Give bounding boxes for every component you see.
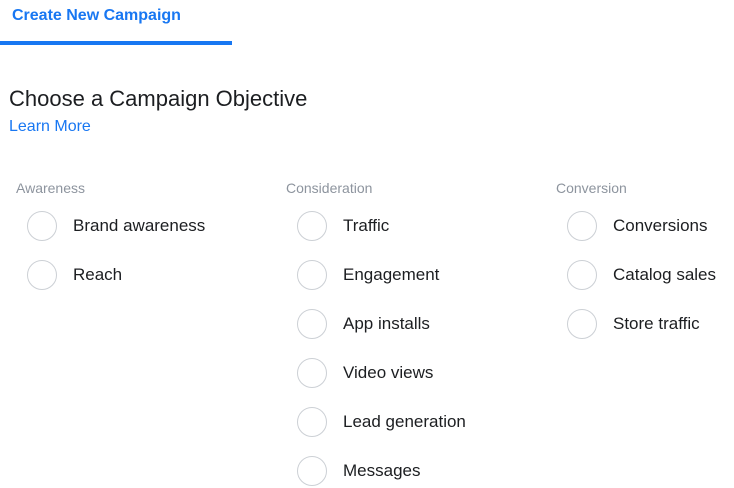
objective-column-awareness: Awareness Brand awareness Reach (12, 179, 205, 309)
option-label: Conversions (613, 216, 708, 235)
option-label: Traffic (343, 216, 390, 235)
objective-column-conversion: Conversion Conversions Catalog sales Sto… (552, 179, 716, 358)
radio-button[interactable] (27, 260, 57, 290)
objective-option-engagement[interactable]: Engagement (282, 260, 439, 309)
objective-options-consideration: Traffic Engagement App installs Video vi… (282, 211, 466, 488)
objective-column-consideration: Consideration Traffic Engagement App ins… (282, 179, 466, 488)
objective-options-conversion: Conversions Catalog sales Store traffic (552, 211, 716, 358)
radio-button[interactable] (567, 309, 597, 339)
objective-option-conversions[interactable]: Conversions (552, 211, 708, 260)
option-label: Lead generation (343, 412, 466, 431)
radio-button[interactable] (297, 358, 327, 388)
objective-options-awareness: Brand awareness Reach (12, 211, 205, 309)
radio-button[interactable] (567, 211, 597, 241)
column-title-consideration: Consideration (286, 180, 373, 196)
objective-option-traffic[interactable]: Traffic (282, 211, 389, 260)
column-title-awareness: Awareness (16, 180, 86, 196)
option-label: Store traffic (613, 314, 700, 333)
tab-create-new-campaign[interactable]: Create New Campaign (12, 7, 181, 25)
objective-option-reach[interactable]: Reach (12, 260, 122, 309)
learn-more-link[interactable]: Learn More (9, 118, 91, 136)
objective-option-catalog-sales[interactable]: Catalog sales (552, 260, 716, 309)
radio-button[interactable] (297, 211, 327, 241)
radio-button[interactable] (297, 260, 327, 290)
radio-button[interactable] (297, 407, 327, 437)
tab-bar: Create New Campaign (0, 0, 734, 46)
radio-button[interactable] (567, 260, 597, 290)
option-label: Engagement (343, 265, 440, 284)
option-label: Catalog sales (613, 265, 717, 284)
objective-option-messages[interactable]: Messages (282, 456, 420, 488)
radio-button[interactable] (27, 211, 57, 241)
active-tab-indicator (0, 41, 232, 45)
objective-option-lead-generation[interactable]: Lead generation (282, 407, 466, 456)
column-title-conversion: Conversion (556, 180, 627, 196)
objective-option-video-views[interactable]: Video views (282, 358, 433, 407)
objective-option-app-installs[interactable]: App installs (282, 309, 430, 358)
option-label: Messages (343, 461, 421, 480)
radio-button[interactable] (297, 456, 327, 486)
option-label: Reach (73, 265, 123, 284)
page-title: Choose a Campaign Objective (9, 86, 308, 111)
option-label: App installs (343, 314, 430, 333)
option-label: Brand awareness (73, 216, 206, 235)
campaign-objective-page: Create New Campaign Choose a Campaign Ob… (0, 0, 734, 488)
option-label: Video views (343, 363, 434, 382)
objective-option-brand-awareness[interactable]: Brand awareness (12, 211, 205, 260)
radio-button[interactable] (297, 309, 327, 339)
objective-option-store-traffic[interactable]: Store traffic (552, 309, 700, 358)
